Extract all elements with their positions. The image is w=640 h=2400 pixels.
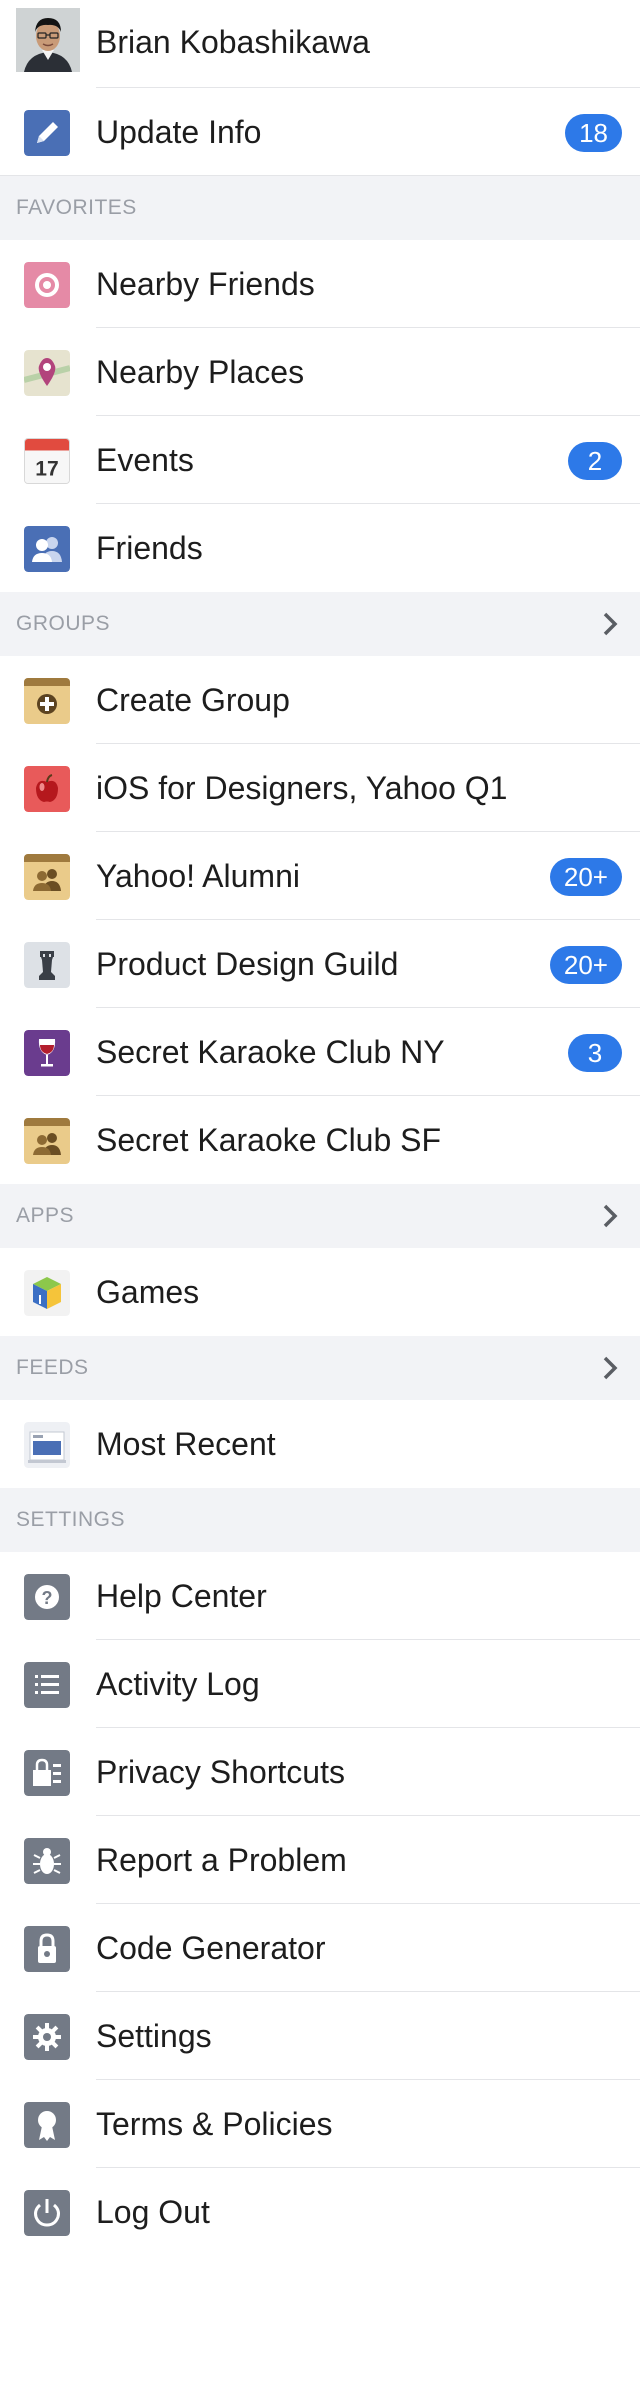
ios-designers-row[interactable]: iOS for Designers, Yahoo Q1 xyxy=(0,744,640,832)
product-design-guild-row[interactable]: Product Design Guild 20+ xyxy=(0,920,640,1008)
chevron-right-icon xyxy=(603,1356,618,1380)
events-badge: 2 xyxy=(568,442,622,480)
item-label: Product Design Guild xyxy=(96,946,399,982)
svg-text:?: ? xyxy=(42,1588,53,1608)
settings-row[interactable]: Settings xyxy=(0,1992,640,2080)
update-info-badge: 18 xyxy=(565,114,622,152)
bug-icon xyxy=(24,1838,70,1884)
section-title: SETTINGS xyxy=(16,1508,126,1531)
item-label: Activity Log xyxy=(96,1666,260,1702)
item-label: Games xyxy=(96,1274,200,1310)
item-label: Settings xyxy=(96,2018,212,2054)
code-lock-icon xyxy=(24,1926,70,1972)
terms-policies-row[interactable]: Terms & Policies xyxy=(0,2080,640,2168)
chevron-right-icon xyxy=(603,612,618,636)
update-info-row[interactable]: Update Info 18 xyxy=(0,88,640,176)
apple-icon xyxy=(24,766,70,812)
create-group-icon xyxy=(24,678,70,724)
help-icon: ? xyxy=(24,1574,70,1620)
item-label: Most Recent xyxy=(96,1426,276,1462)
activity-log-icon xyxy=(24,1662,70,1708)
item-label: Secret Karaoke Club SF xyxy=(96,1122,442,1158)
privacy-shortcuts-row[interactable]: Privacy Shortcuts xyxy=(0,1728,640,1816)
most-recent-row[interactable]: Most Recent xyxy=(0,1400,640,1488)
section-title: APPS xyxy=(16,1204,75,1227)
item-label: Code Generator xyxy=(96,1930,326,1966)
news-feed-icon xyxy=(24,1422,70,1468)
item-label: Log Out xyxy=(96,2194,210,2230)
privacy-lock-icon xyxy=(24,1750,70,1796)
section-feeds[interactable]: FEEDS xyxy=(0,1336,640,1400)
item-label: Friends xyxy=(96,530,203,566)
section-apps[interactable]: APPS xyxy=(0,1184,640,1248)
section-groups[interactable]: GROUPS xyxy=(0,592,640,656)
item-label: Yahoo! Alumni xyxy=(96,858,300,894)
friends-row[interactable]: Friends xyxy=(0,504,640,592)
wine-glass-icon xyxy=(24,1030,70,1076)
item-label: Create Group xyxy=(96,682,290,718)
yahoo-alumni-row[interactable]: Yahoo! Alumni 20+ xyxy=(0,832,640,920)
events-icon: 17 xyxy=(24,438,70,484)
code-generator-row[interactable]: Code Generator xyxy=(0,1904,640,1992)
item-label: Terms & Policies xyxy=(96,2106,333,2142)
item-label: Events xyxy=(96,442,194,478)
nearby-places-icon xyxy=(24,350,70,396)
profile-row[interactable]: Brian Kobashikawa xyxy=(0,0,640,88)
section-settings: SETTINGS xyxy=(0,1488,640,1552)
item-label: iOS for Designers, Yahoo Q1 xyxy=(96,770,508,806)
games-row[interactable]: Games xyxy=(0,1248,640,1336)
item-label: Help Center xyxy=(96,1578,267,1614)
section-title: FAVORITES xyxy=(16,196,137,219)
karaoke-sf-row[interactable]: Secret Karaoke Club SF xyxy=(0,1096,640,1184)
pencil-icon xyxy=(24,110,70,156)
events-icon-number: 17 xyxy=(35,457,58,480)
group-icon xyxy=(24,854,70,900)
item-label: Secret Karaoke Club NY xyxy=(96,1034,445,1070)
section-title: GROUPS xyxy=(16,612,111,635)
chess-rook-icon xyxy=(24,942,70,988)
nearby-friends-icon xyxy=(24,262,70,308)
nearby-places-row[interactable]: Nearby Places xyxy=(0,328,640,416)
chevron-right-icon xyxy=(603,1204,618,1228)
profile-name: Brian Kobashikawa xyxy=(96,24,370,60)
karaoke-ny-row[interactable]: Secret Karaoke Club NY 3 xyxy=(0,1008,640,1096)
power-icon xyxy=(24,2190,70,2236)
games-cube-icon xyxy=(24,1270,70,1316)
group-icon xyxy=(24,1118,70,1164)
yahoo-alumni-badge: 20+ xyxy=(549,858,622,896)
help-center-row[interactable]: ? Help Center xyxy=(0,1552,640,1640)
avatar xyxy=(16,8,80,72)
update-info-label: Update Info xyxy=(96,114,262,150)
item-label: Nearby Friends xyxy=(96,266,315,302)
karaoke-ny-badge: 3 xyxy=(568,1034,622,1072)
log-out-row[interactable]: Log Out xyxy=(0,2168,640,2256)
section-title: FEEDS xyxy=(16,1356,89,1379)
nearby-friends-row[interactable]: Nearby Friends xyxy=(0,240,640,328)
friends-icon xyxy=(24,526,70,572)
item-label: Privacy Shortcuts xyxy=(96,1754,345,1790)
section-favorites: FAVORITES xyxy=(0,176,640,240)
gear-icon xyxy=(24,2014,70,2060)
item-label: Nearby Places xyxy=(96,354,305,390)
item-label: Report a Problem xyxy=(96,1842,347,1878)
product-design-guild-badge: 20+ xyxy=(549,946,622,984)
create-group-row[interactable]: Create Group xyxy=(0,656,640,744)
ribbon-icon xyxy=(24,2102,70,2148)
events-row[interactable]: 17 Events 2 xyxy=(0,416,640,504)
activity-log-row[interactable]: Activity Log xyxy=(0,1640,640,1728)
report-problem-row[interactable]: Report a Problem xyxy=(0,1816,640,1904)
